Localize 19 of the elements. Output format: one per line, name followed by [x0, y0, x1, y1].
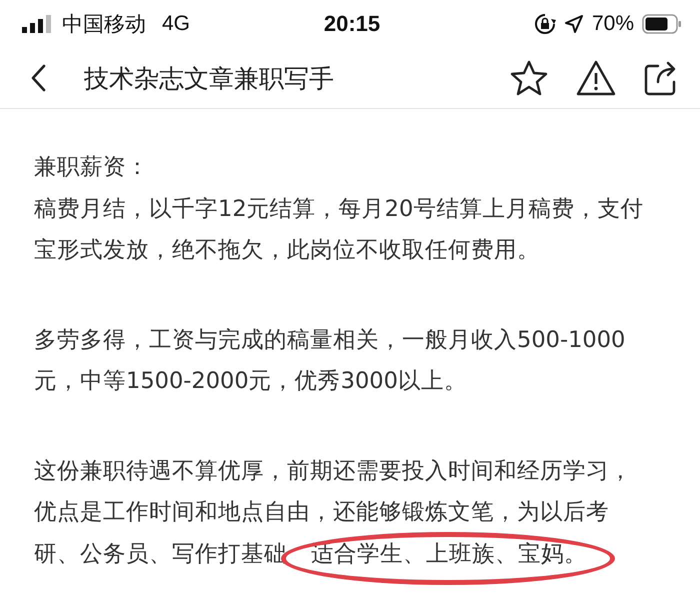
share-icon[interactable]: [644, 60, 678, 96]
paragraph-line: 这份兼职待遇不算优厚，前期还需要投入时间和经历学习，: [34, 456, 632, 486]
warning-icon[interactable]: [576, 60, 616, 96]
battery-percent: 70%: [592, 12, 634, 36]
paragraph-line: 兼职薪资：: [34, 153, 149, 182]
signal-icon: [22, 15, 52, 33]
paragraph-line: 元，中等1500-2000元，优秀3000以上。: [34, 367, 467, 396]
paragraph-line: 稿费月结，以千字12元结算，每月20号结算上月稿费，支付: [34, 194, 644, 224]
rotation-lock-icon: [534, 13, 556, 35]
location-arrow-icon: [564, 14, 584, 34]
carrier-name: 中国移动: [62, 12, 146, 38]
paragraph-line: 宝形式发放，绝不拖欠，此岗位不收取任何费用。: [34, 236, 540, 265]
paragraph-line: 多劳多得，工资与完成的稿量相关，一般月收入500-1000: [34, 326, 626, 354]
paragraph-line: 优点是工作时间和地点自由，还能够锻炼文笔，为以后考: [34, 498, 609, 527]
battery-icon: [642, 14, 682, 34]
network-type: 4G: [162, 12, 190, 36]
star-icon[interactable]: [510, 60, 548, 96]
page-title: 技术杂志文章兼职写手: [84, 62, 335, 94]
clock-time: 20:15: [324, 11, 380, 36]
